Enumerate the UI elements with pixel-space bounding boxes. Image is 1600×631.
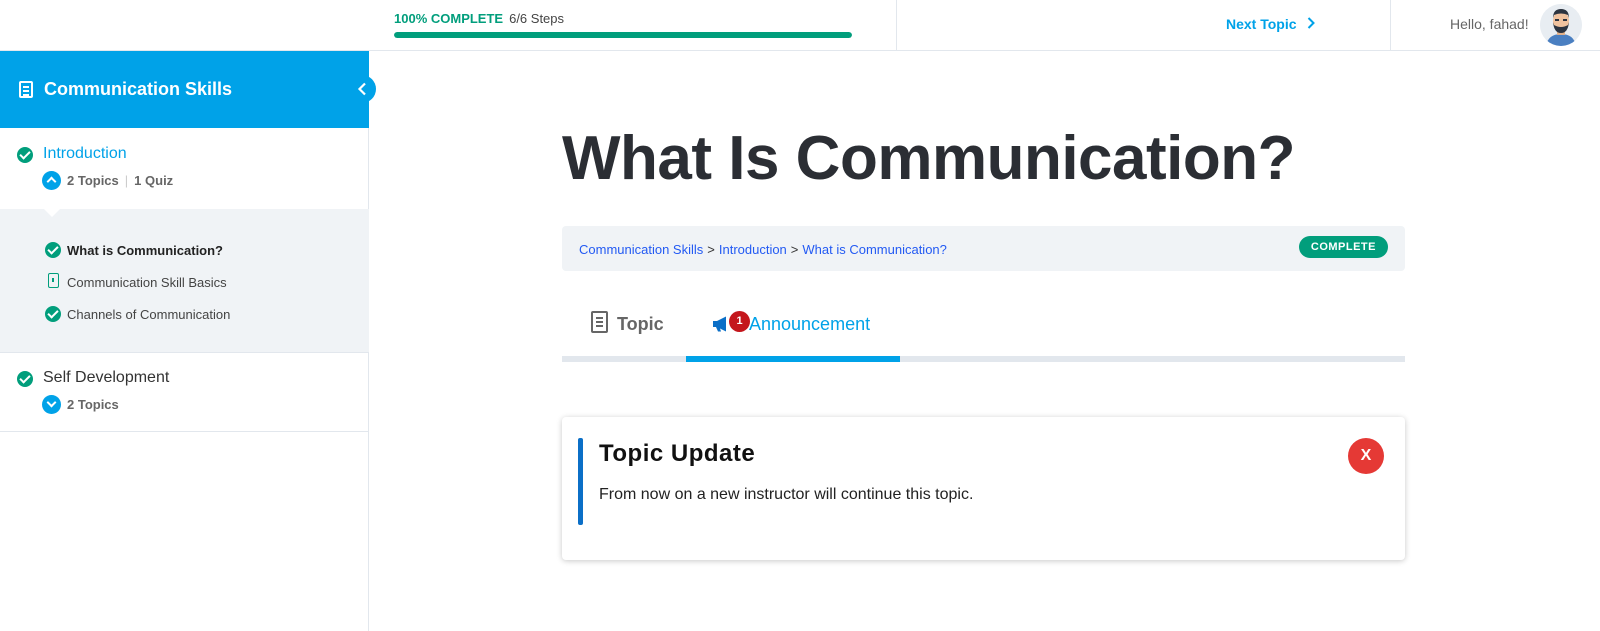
list-pointer [43, 208, 61, 217]
next-topic-link[interactable]: Next Topic [1226, 16, 1315, 32]
avatar-icon [1540, 4, 1582, 46]
main-content: What Is Communication? Communication Ski… [370, 51, 1600, 631]
announcement-title: Topic Update [599, 440, 756, 467]
top-header: 100% COMPLETE 6/6 Steps Next Topic Hello,… [0, 0, 1600, 51]
lesson-topics-count: 2 Topics [67, 173, 119, 188]
lesson-topics-count: 2 Topics [67, 397, 119, 412]
lesson-topic-list: What is Communication? Communication Ski… [0, 208, 369, 352]
collapse-lesson-button[interactable] [42, 171, 61, 190]
next-topic-label: Next Topic [1226, 16, 1297, 32]
check-icon [17, 147, 33, 163]
course-header: Communication Skills [0, 51, 369, 128]
active-tab-indicator [686, 356, 900, 362]
topic-label: What is Communication? [67, 243, 223, 258]
progress-percent: 100% COMPLETE [394, 11, 504, 26]
book-icon [19, 81, 33, 98]
chevron-right-icon [1307, 16, 1315, 32]
announcement-count-badge: 1 [729, 311, 750, 332]
expand-lesson-button[interactable] [42, 395, 61, 414]
user-greeting: Hello, fahad! [1450, 16, 1529, 32]
user-avatar[interactable] [1540, 4, 1582, 46]
tab-label: Announcement [749, 314, 871, 334]
close-announcement-button[interactable]: X [1348, 438, 1384, 474]
content-tabs: Topic 1 Announcement [562, 296, 1405, 362]
chevron-left-icon [357, 82, 366, 96]
course-title[interactable]: Communication Skills [44, 79, 232, 100]
progress-bar [394, 32, 852, 38]
document-icon [48, 273, 59, 288]
tab-topic[interactable]: Topic [562, 296, 686, 354]
tab-label: Topic [617, 314, 664, 334]
check-icon [17, 371, 33, 387]
breadcrumb-trail: Communication Skills > Introduction > What i… [579, 242, 947, 257]
tab-announcement[interactable]: 1 Announcement [686, 296, 900, 354]
progress-text: 100% COMPLETE 6/6 Steps [394, 12, 852, 26]
lesson-self-development: Self Development 2 Topics [0, 353, 369, 432]
breadcrumb-separator: > [707, 242, 715, 257]
announcement-accent-bar [578, 438, 583, 525]
announcement-body: From now on a new instructor will contin… [599, 486, 974, 503]
lesson-title[interactable]: Introduction [43, 145, 127, 163]
lesson-meta: 2 Topics | 1 Quiz [67, 173, 173, 188]
lesson-title[interactable]: Self Development [43, 369, 169, 387]
page-title: What Is Communication? [562, 124, 1296, 193]
header-divider [896, 0, 897, 50]
breadcrumb-course-link[interactable]: Communication Skills [579, 242, 703, 257]
progress-steps: 6/6 Steps [509, 11, 565, 26]
progress-bar-fill [394, 32, 852, 38]
header-divider [1390, 0, 1391, 50]
check-icon [45, 242, 61, 258]
course-sidebar: Communication Skills Introduction 2 Topi… [0, 51, 376, 631]
breadcrumb-lesson-link[interactable]: Introduction [719, 242, 787, 257]
breadcrumb: Communication Skills > Introduction > What i… [562, 226, 1405, 271]
meta-separator: | [124, 173, 129, 188]
breadcrumb-separator: > [790, 242, 799, 257]
announcement-card: Topic Update From now on a new instructo… [562, 417, 1405, 560]
lesson-quiz-count: 1 Quiz [134, 173, 174, 188]
check-icon [45, 306, 61, 322]
lesson-introduction: Introduction 2 Topics | 1 Quiz [0, 128, 369, 209]
breadcrumb-topic-link[interactable]: What is Communication? [802, 242, 947, 257]
course-progress: 100% COMPLETE 6/6 Steps [394, 12, 852, 38]
status-badge: COMPLETE [1298, 236, 1388, 258]
document-icon [591, 311, 608, 333]
topic-label: Communication Skill Basics [67, 275, 227, 290]
topic-label: Channels of Communication [67, 307, 231, 322]
